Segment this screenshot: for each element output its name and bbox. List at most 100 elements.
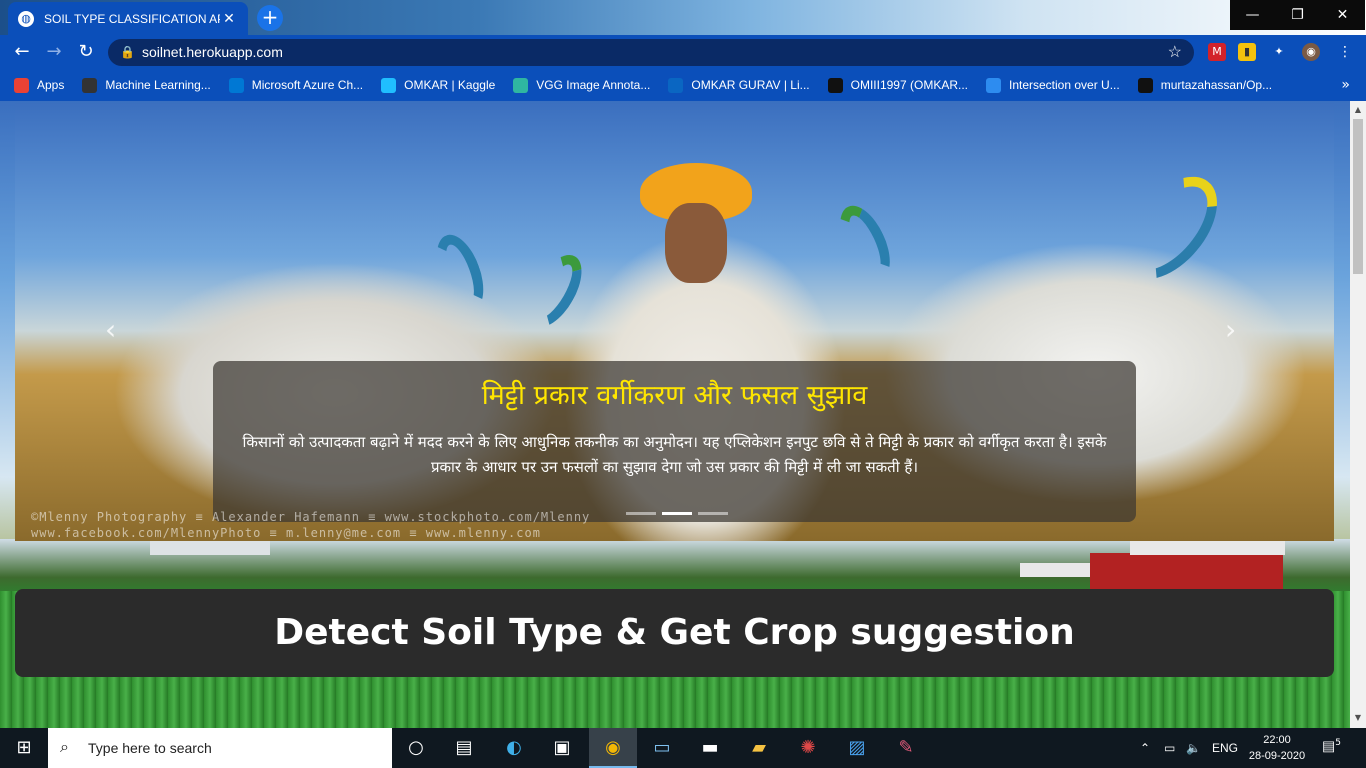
- carousel-indicators: [623, 512, 731, 515]
- extension-m-icon[interactable]: M: [1208, 43, 1226, 61]
- maximize-button[interactable]: ❐: [1275, 0, 1320, 30]
- battery-icon[interactable]: ▭: [1164, 728, 1175, 768]
- hero-carousel[interactable]: ‹ › मिट्टी प्रकार वर्गीकरण और फसल सुझाव …: [15, 103, 1334, 541]
- volume-icon[interactable]: 🔈: [1186, 728, 1201, 768]
- bookmark-item[interactable]: OMIII1997 (OMKAR...: [827, 77, 968, 93]
- farmer-face: [665, 203, 727, 283]
- tab-close-icon[interactable]: ✕: [220, 11, 238, 27]
- close-window-button[interactable]: ✕: [1320, 0, 1365, 30]
- minimize-button[interactable]: —: [1230, 0, 1275, 30]
- carousel-indicator-active[interactable]: [662, 512, 692, 515]
- extension-note-icon[interactable]: ▮: [1238, 43, 1256, 61]
- edge-icon[interactable]: ◐: [490, 728, 538, 768]
- github-icon: [827, 77, 843, 93]
- url-text: soilnet.herokuapp.com: [142, 44, 283, 60]
- chrome-icon[interactable]: ◉: [589, 728, 637, 768]
- ox-horn: [517, 246, 593, 336]
- browser-toolbar: ← → ↻ 🔒 soilnet.herokuapp.com ☆ M ▮ ✦ ◉ …: [0, 35, 1366, 69]
- terminal-icon[interactable]: ▬: [686, 728, 734, 768]
- bookmark-item[interactable]: Machine Learning...: [82, 77, 211, 93]
- windows-start-icon[interactable]: ⊞: [0, 728, 48, 768]
- scrollbar-thumb[interactable]: [1353, 119, 1363, 274]
- globe-icon: ◍: [18, 10, 34, 27]
- apps-grid-icon: [14, 77, 29, 93]
- bookmark-item[interactable]: OMKAR GURAV | Li...: [668, 77, 810, 93]
- ox-horn: [427, 228, 493, 318]
- reload-button[interactable]: ↻: [74, 40, 98, 64]
- bookmark-item[interactable]: Apps: [14, 77, 65, 93]
- extensions-puzzle-icon[interactable]: ✦: [1270, 43, 1288, 61]
- bookmark-label: OMKAR | Kaggle: [404, 78, 496, 92]
- tds-icon: [82, 77, 98, 93]
- bookmark-label: Apps: [37, 78, 65, 92]
- barn-roof: [150, 541, 270, 555]
- bookmark-item[interactable]: Intersection over U...: [986, 77, 1120, 93]
- carousel-next-icon[interactable]: ›: [1225, 313, 1236, 346]
- page-scrollbar[interactable]: ▲ ▼: [1350, 101, 1366, 728]
- bookmark-label: Intersection over U...: [1009, 78, 1120, 92]
- ox-horn: [1104, 159, 1236, 297]
- carousel-caption: मिट्टी प्रकार वर्गीकरण और फसल सुझाव किसा…: [213, 361, 1136, 522]
- vgg-icon: [513, 77, 529, 93]
- bookmark-label: VGG Image Annota...: [536, 78, 651, 92]
- lock-icon: 🔒: [120, 45, 135, 59]
- bookmark-label: Microsoft Azure Ch...: [251, 78, 364, 92]
- new-tab-button[interactable]: +: [257, 5, 283, 31]
- bookmark-item[interactable]: VGG Image Annota...: [513, 77, 651, 93]
- bookmarks-overflow-icon[interactable]: »: [1341, 77, 1350, 93]
- active-tab[interactable]: ◍ SOIL TYPE CLASSIFICATION API ✕: [8, 2, 248, 35]
- taskbar-clock[interactable]: 22:00 28-09-2020: [1248, 732, 1306, 764]
- azure-icon: [228, 77, 244, 93]
- search-icon: ⌕: [60, 739, 69, 756]
- back-button[interactable]: ←: [10, 40, 34, 64]
- taskbar-search-input[interactable]: ⌕ Type here to search: [48, 728, 392, 768]
- bookmark-label: OMIII1997 (OMKAR...: [850, 78, 968, 92]
- windows-taskbar: ⊞ ⌕ Type here to search ○ ▤ ◐ ▣ ◉ ▭ ▬ ▰ …: [0, 728, 1366, 768]
- forward-button[interactable]: →: [42, 40, 66, 64]
- bookmark-item[interactable]: Microsoft Azure Ch...: [228, 77, 364, 93]
- photos-icon[interactable]: ▨: [833, 728, 881, 768]
- language-indicator[interactable]: ENG: [1212, 728, 1238, 768]
- caption-text: किसानों को उत्पादकता बढ़ाने में मदद करने…: [242, 433, 1107, 476]
- barn-roof: [1130, 541, 1285, 555]
- search-placeholder: Type here to search: [88, 740, 212, 756]
- kaggle-icon: [381, 77, 397, 93]
- ox-horn: [829, 198, 901, 288]
- notification-count: 5: [1335, 738, 1341, 748]
- github-icon: [1137, 77, 1153, 93]
- bookmark-label: murtazahassan/Op...: [1160, 78, 1273, 92]
- carousel-prev-icon[interactable]: ‹: [105, 313, 116, 346]
- barn-roof: [1020, 563, 1100, 577]
- carousel-indicator[interactable]: [626, 512, 656, 515]
- page-viewport: ‹ › मिट्टी प्रकार वर्गीकरण और फसल सुझाव …: [0, 101, 1350, 728]
- cortana-icon[interactable]: ○: [392, 728, 440, 768]
- paint-icon[interactable]: ✎: [882, 728, 930, 768]
- detect-soil-banner: Detect Soil Type & Get Crop suggestion: [15, 589, 1334, 677]
- address-bar[interactable]: 🔒 soilnet.herokuapp.com ☆: [108, 39, 1194, 66]
- profile-avatar[interactable]: ◉: [1302, 43, 1320, 61]
- bookmark-item[interactable]: OMKAR | Kaggle: [381, 77, 496, 93]
- carousel-indicator[interactable]: [698, 512, 728, 515]
- photo-watermark: ©Mlenny Photography ≡ Alexander Hafemann…: [31, 509, 590, 541]
- scroll-up-icon[interactable]: ▲: [1353, 105, 1363, 114]
- store-icon[interactable]: ▣: [538, 728, 586, 768]
- file-explorer-icon[interactable]: ▰: [735, 728, 783, 768]
- scroll-down-icon[interactable]: ▼: [1353, 713, 1363, 722]
- bookmark-label: Machine Learning...: [105, 78, 211, 92]
- bookmarks-bar: Apps Machine Learning... Microsoft Azure C…: [0, 69, 1366, 101]
- caption-title: मिट्टी प्रकार वर्गीकरण और फसल सुझाव: [481, 380, 868, 411]
- tray-chevron-icon[interactable]: ⌃: [1140, 728, 1150, 768]
- bookmark-label: OMKAR GURAV | Li...: [691, 78, 810, 92]
- bookmark-star-icon[interactable]: ☆: [1168, 39, 1182, 66]
- menu-kebab-icon[interactable]: ⋮: [1336, 43, 1354, 61]
- pc-icon[interactable]: ▭: [638, 728, 686, 768]
- clock-date: 28-09-2020: [1248, 750, 1306, 762]
- app-wheel-icon[interactable]: ✺: [784, 728, 832, 768]
- clock-time: 22:00: [1263, 734, 1291, 746]
- task-view-icon[interactable]: ▤: [440, 728, 488, 768]
- notification-center-icon[interactable]: ▤5: [1322, 738, 1341, 755]
- pyimagesearch-icon: [986, 77, 1001, 93]
- linkedin-icon: [668, 77, 684, 93]
- bookmark-item[interactable]: murtazahassan/Op...: [1137, 77, 1273, 93]
- watermark-line: ©Mlenny Photography ≡ Alexander Hafemann…: [31, 510, 591, 524]
